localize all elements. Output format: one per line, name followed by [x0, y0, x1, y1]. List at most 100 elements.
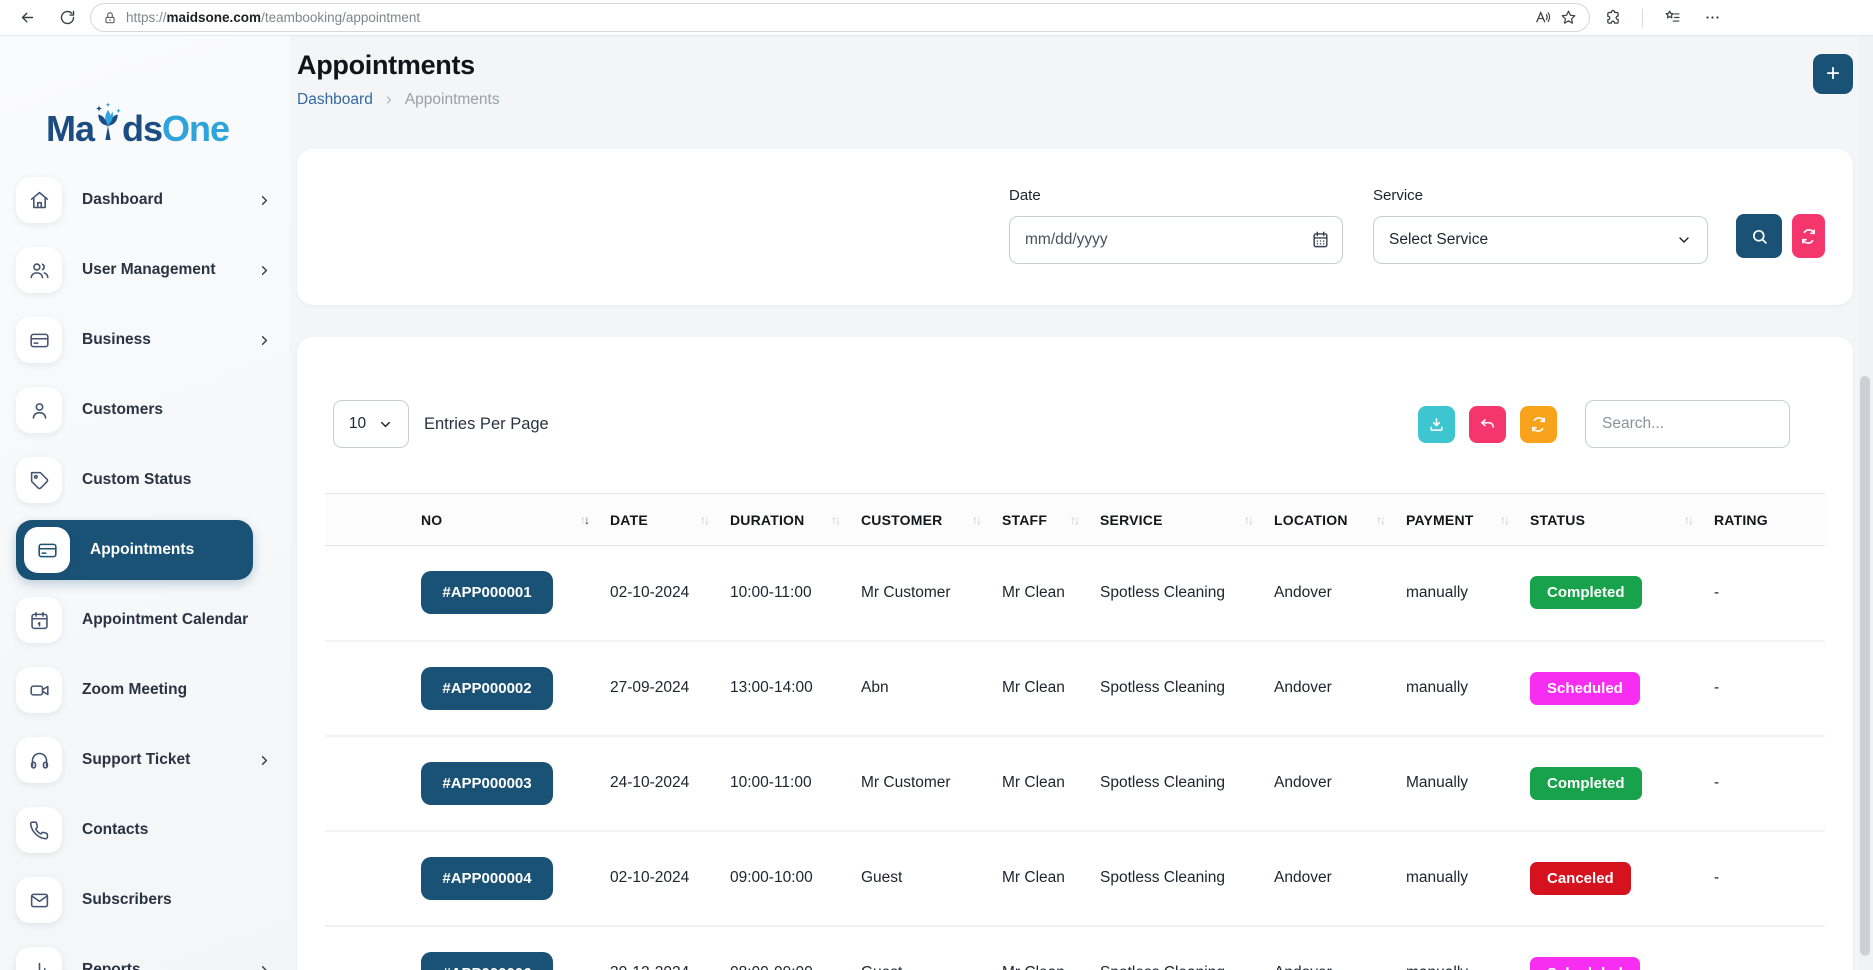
scrollbar-thumb[interactable]: [1860, 376, 1870, 956]
sidebar-icon-box: [16, 877, 62, 923]
column-header-customer[interactable]: CUSTOMER↑↓: [861, 494, 1002, 546]
sidebar-item-dashboard[interactable]: Dashboard: [16, 170, 282, 230]
sort-icon[interactable]: ↑↓: [1070, 513, 1078, 527]
cell-duration: 09:00-10:00: [730, 831, 861, 926]
page-title: Appointments: [297, 50, 500, 81]
cell-no: #APP000002: [325, 641, 610, 736]
collections-icon[interactable]: [1655, 3, 1689, 33]
sidebar-item-label: Appointments: [90, 541, 194, 559]
entries-per-page-select[interactable]: 10: [333, 400, 409, 448]
cell-duration: 10:00-11:00: [730, 546, 861, 641]
cell-customer: Mr Customer: [861, 736, 1002, 831]
table-row: #APP00000102-10-202410:00-11:00Mr Custom…: [325, 546, 1825, 641]
refresh-icon: [1530, 416, 1547, 433]
back-icon[interactable]: [10, 3, 44, 33]
date-filter-group: Date: [1009, 187, 1343, 264]
sort-icon[interactable]: ↑↓: [580, 513, 588, 527]
sidebar-item-appointments[interactable]: Appointments: [16, 520, 253, 580]
cell-rating: [1714, 926, 1825, 970]
sort-icon[interactable]: ↑↓: [831, 513, 839, 527]
sidebar-item-label: Zoom Meeting: [82, 681, 187, 699]
browser-menu-icon[interactable]: [1695, 3, 1729, 33]
date-input[interactable]: [1009, 216, 1343, 264]
appointment-id-badge[interactable]: #APP000002: [421, 667, 553, 710]
sidebar-item-label: Dashboard: [82, 191, 163, 209]
cell-rating: -: [1714, 831, 1825, 926]
sidebar-item-user-management[interactable]: User Management: [16, 240, 282, 300]
undo-button[interactable]: [1469, 406, 1506, 443]
favorite-star-icon[interactable]: [1560, 9, 1577, 26]
sidebar-slot: Appointment Calendar: [0, 585, 290, 655]
column-label: NO: [421, 512, 442, 528]
url-bar[interactable]: https://maidsone.com/teambooking/appoint…: [90, 3, 1590, 32]
sidebar-slot: Customers: [0, 375, 290, 445]
service-select[interactable]: Select Service: [1373, 216, 1708, 264]
export-button[interactable]: [1418, 406, 1455, 443]
toolbar-divider: [1642, 9, 1643, 27]
column-header-no[interactable]: NO ↑↓: [325, 494, 610, 546]
sidebar-slot: User Management: [0, 235, 290, 305]
sort-icon[interactable]: ↑↓: [1500, 513, 1508, 527]
service-select-value: Select Service: [1389, 231, 1488, 249]
cell-duration: 10:00-11:00: [730, 736, 861, 831]
sidebar-slot: Business: [0, 305, 290, 375]
column-header-staff[interactable]: STAFF↑↓: [1002, 494, 1100, 546]
column-header-location[interactable]: LOCATION↑↓: [1274, 494, 1406, 546]
sidebar-item-subscribers[interactable]: Subscribers: [16, 870, 282, 930]
cell-status: Completed: [1530, 546, 1714, 641]
page-header: Appointments Dashboard Appointments +: [297, 50, 1853, 109]
sidebar-item-appointment-calendar[interactable]: Appointment Calendar: [16, 590, 282, 650]
chevron-right-icon: [257, 193, 272, 208]
add-appointment-button[interactable]: +: [1813, 54, 1853, 94]
table-search-input[interactable]: [1585, 400, 1790, 448]
column-label: DATE: [610, 512, 648, 528]
sort-icon[interactable]: ↑↓: [972, 513, 980, 527]
appointment-id-badge[interactable]: #APP000001: [421, 571, 553, 614]
sidebar-item-reports[interactable]: Reports: [16, 940, 282, 970]
sort-icon[interactable]: ↑↓: [1376, 513, 1384, 527]
sidebar-slot: Subscribers: [0, 865, 290, 935]
status-badge: Completed: [1530, 767, 1642, 800]
sidebar-icon-box: [16, 807, 62, 853]
sidebar-item-business[interactable]: Business: [16, 310, 282, 370]
column-header-payment[interactable]: PAYMENT↑↓: [1406, 494, 1530, 546]
column-header-status[interactable]: STATUS↑↓: [1530, 494, 1714, 546]
sidebar-item-customers[interactable]: Customers: [16, 380, 282, 440]
reload-icon[interactable]: [50, 3, 84, 33]
column-header-duration[interactable]: DURATION↑↓: [730, 494, 861, 546]
column-label: SERVICE: [1100, 512, 1163, 528]
extensions-icon[interactable]: [1596, 3, 1630, 33]
cell-no: #APP000001: [325, 546, 610, 641]
read-aloud-icon[interactable]: [1534, 9, 1551, 26]
sidebar-item-support-ticket[interactable]: Support Ticket: [16, 730, 282, 790]
appointment-id-badge[interactable]: #APP000003: [421, 762, 553, 805]
sort-icon[interactable]: ↑↓: [1684, 513, 1692, 527]
page-scrollbar[interactable]: [1858, 36, 1873, 970]
cell-staff: Mr Clean: [1002, 546, 1100, 641]
refresh-table-button[interactable]: [1520, 406, 1557, 443]
sort-icon[interactable]: ↑↓: [1244, 513, 1252, 527]
filter-reset-button[interactable]: [1792, 214, 1825, 258]
entries-per-page-value: 10: [349, 415, 366, 433]
sidebar-item-contacts[interactable]: Contacts: [16, 800, 282, 860]
date-label: Date: [1009, 187, 1343, 204]
sidebar-icon-box: [16, 667, 62, 713]
appointment-id-badge[interactable]: #APP000006: [421, 952, 553, 970]
appointment-id-badge[interactable]: #APP000004: [421, 857, 553, 900]
filter-search-button[interactable]: [1736, 214, 1782, 258]
sidebar-item-zoom-meeting[interactable]: Zoom Meeting: [16, 660, 282, 720]
table-card: 10 Entries Per Page NO↑↓DATE↑↓DURATION↑↓…: [297, 337, 1853, 970]
sidebar-item-label: Business: [82, 331, 151, 349]
cell-customer: Abn: [861, 641, 1002, 736]
cell-location: Andover: [1274, 546, 1406, 641]
sidebar-item-custom-status[interactable]: Custom Status: [16, 450, 282, 510]
column-header-service[interactable]: SERVICE ↑↓: [1100, 494, 1274, 546]
sidebar-item-label: Reports: [82, 961, 141, 970]
sort-icon[interactable]: ↑↓: [700, 513, 708, 527]
breadcrumb-dashboard-link[interactable]: Dashboard: [297, 91, 373, 109]
chevron-down-icon: [1676, 232, 1692, 248]
cell-duration: 13:00-14:00: [730, 641, 861, 736]
appointments-table: NO↑↓DATE↑↓DURATION↑↓CUSTOMER↑↓STAFF↑↓SER…: [325, 493, 1825, 970]
sidebar-icon-box: [16, 247, 62, 293]
column-header-date[interactable]: DATE ↑↓: [610, 494, 730, 546]
